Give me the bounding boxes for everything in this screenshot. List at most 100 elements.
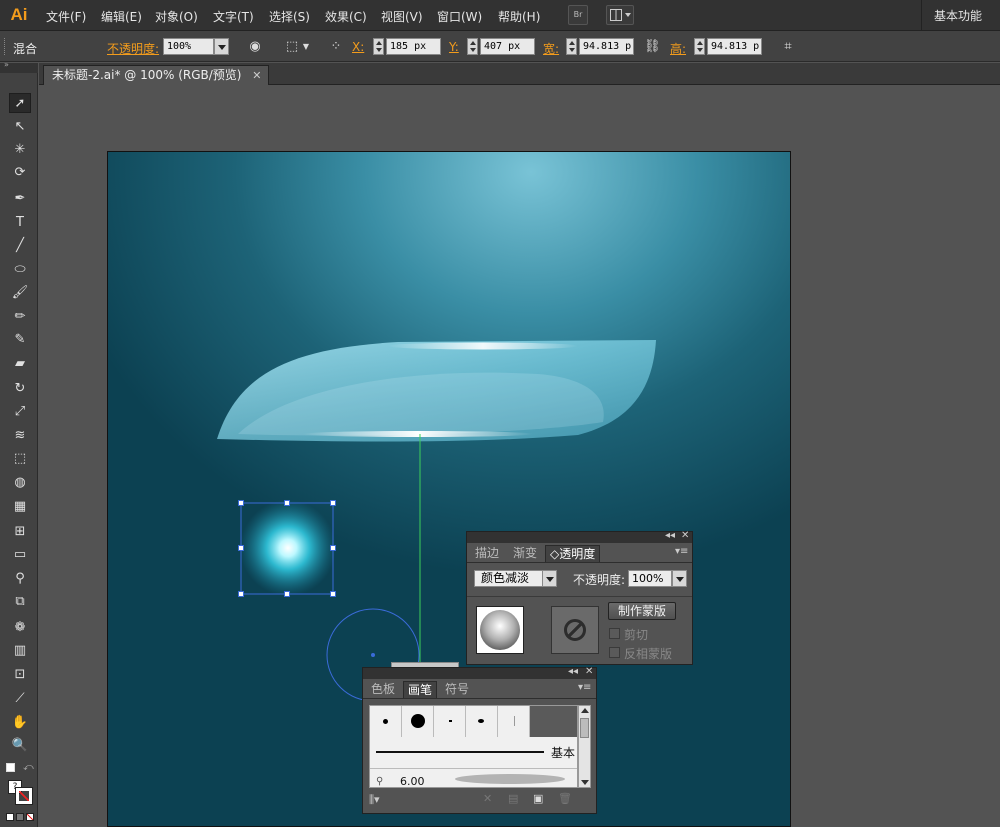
eyedropper-tool[interactable]: ⚲	[9, 569, 31, 589]
chevron-down-icon[interactable]: ▼	[298, 39, 314, 55]
brush-list-scrollbar[interactable]	[578, 705, 591, 788]
height-stepper[interactable]	[694, 38, 705, 55]
slice-tool[interactable]: ⟋	[9, 689, 31, 709]
pencil-tool[interactable]: ✏	[9, 307, 31, 327]
panel-opacity-input[interactable]: 100%	[628, 570, 672, 587]
free-transform-tool[interactable]: ⬚	[9, 449, 31, 469]
basic-brush-stroke[interactable]	[376, 751, 544, 753]
menu-edit[interactable]: 编辑(E)	[101, 8, 142, 25]
lasso-tool[interactable]: ⟳	[9, 163, 31, 183]
color-mode-buttons[interactable]	[6, 813, 34, 823]
y-stepper[interactable]	[467, 38, 478, 55]
arrange-documents-button[interactable]	[606, 5, 634, 25]
y-label[interactable]: Y:	[449, 40, 459, 54]
scale-tool[interactable]: ⤢	[9, 402, 31, 422]
panel-title-bar[interactable]: ◂◂ ✕	[363, 666, 596, 679]
scroll-up-icon[interactable]	[581, 708, 589, 713]
direct-selection-tool[interactable]: ↖	[9, 117, 31, 137]
make-mask-button[interactable]: 制作蒙版	[608, 602, 676, 620]
menu-view[interactable]: 视图(V)	[381, 8, 423, 25]
blob-brush-tool[interactable]: ✎	[9, 330, 31, 350]
hand-tool[interactable]: ✋	[9, 713, 31, 733]
symbol-sprayer-tool[interactable]: ❁	[9, 618, 31, 638]
brush-options-icon[interactable]: ▤	[508, 792, 518, 805]
panel-opacity-dropdown-button[interactable]	[672, 570, 687, 587]
menu-file[interactable]: 文件(F)	[46, 8, 86, 25]
height-input[interactable]: 94.813 p:	[707, 38, 762, 55]
panel-menu-icon[interactable]: ▾≡	[578, 682, 591, 693]
menu-select[interactable]: 选择(S)	[269, 8, 310, 25]
panel-title-bar[interactable]: ◂◂ ✕	[467, 530, 692, 543]
x-input[interactable]: 185 px	[386, 38, 441, 55]
mask-thumbnail[interactable]	[551, 606, 599, 654]
menu-window[interactable]: 窗口(W)	[437, 8, 482, 25]
brush-swatch-tiny-dot[interactable]	[434, 706, 466, 737]
tab-transparency[interactable]: ◇透明度	[545, 545, 601, 562]
stroke-swatch[interactable]	[15, 787, 33, 805]
tab-swatches[interactable]: 色板	[367, 681, 399, 698]
swap-colors-icon[interactable]: ⤺	[23, 762, 34, 773]
type-tool[interactable]: T	[9, 213, 31, 233]
width-stepper[interactable]	[566, 38, 577, 55]
collapse-panel-icon[interactable]: ◂◂	[568, 666, 578, 677]
menu-type[interactable]: 文字(T)	[213, 8, 254, 25]
tab-symbols[interactable]: 符号	[441, 681, 473, 698]
column-graph-tool[interactable]: ▥	[9, 641, 31, 661]
blend-mode-select[interactable]: 颜色减淡	[474, 570, 543, 587]
width-input[interactable]: 94.813 p:	[579, 38, 634, 55]
none-icon[interactable]	[26, 813, 34, 821]
selection-tool[interactable]: ➚	[9, 93, 31, 113]
bridge-button[interactable]: Br	[568, 5, 588, 25]
close-icon[interactable]: ✕	[681, 530, 689, 541]
tab-stroke[interactable]: 描边	[471, 545, 503, 562]
brush-swatch-small-dot[interactable]	[370, 706, 402, 737]
tab-brushes[interactable]: 画笔	[403, 681, 438, 698]
panel-menu-icon[interactable]: ▾≡	[675, 546, 688, 557]
charcoal-brush-stroke[interactable]	[455, 774, 565, 784]
width-label[interactable]: 宽:	[543, 40, 559, 57]
tools-panel-header[interactable]: »	[0, 60, 38, 73]
brush-library-list[interactable]: 基本 ⚲ 6.00	[369, 705, 578, 788]
brush-swatch-large-dot[interactable]	[402, 706, 434, 737]
magic-wand-tool[interactable]: ✳	[9, 140, 31, 160]
brush-libraries-menu-icon[interactable]: ⫼▾	[369, 793, 380, 807]
blend-tool[interactable]: ⧉	[9, 592, 31, 612]
document-tab[interactable]: 未标题-2.ai* @ 100% (RGB/预览) ✕	[43, 65, 269, 85]
opacity-dropdown-button[interactable]	[214, 38, 229, 55]
x-label[interactable]: X:	[352, 40, 364, 54]
opacity-input[interactable]: 100%	[163, 38, 214, 55]
artboard-tool[interactable]: ⊡	[9, 665, 31, 685]
y-input[interactable]: 407 px	[480, 38, 535, 55]
recolor-artwork-icon[interactable]: ◉	[247, 39, 263, 55]
zoom-tool[interactable]: 🔍	[9, 736, 31, 756]
remove-stroke-icon[interactable]: ✕	[483, 792, 492, 805]
pen-tool[interactable]: ✒	[9, 189, 31, 209]
ellipse-tool[interactable]: ⬭	[9, 260, 31, 280]
brush-swatch-calligraphic[interactable]	[466, 706, 498, 737]
menu-help[interactable]: 帮助(H)	[498, 8, 540, 25]
shape-builder-tool[interactable]: ◍	[9, 473, 31, 493]
reference-point-icon[interactable]: ⁘	[328, 39, 344, 55]
gradient-icon[interactable]	[16, 813, 24, 821]
color-icon[interactable]	[6, 813, 14, 821]
object-thumbnail[interactable]	[476, 606, 524, 654]
warp-tool[interactable]: ≋	[9, 426, 31, 446]
tab-gradient[interactable]: 渐变	[509, 545, 541, 562]
invert-mask-checkbox[interactable]	[609, 647, 620, 658]
opacity-link[interactable]: 不透明度:	[107, 40, 159, 57]
new-brush-icon[interactable]: ▣	[533, 792, 543, 805]
collapse-icon[interactable]: »	[4, 60, 9, 69]
x-stepper[interactable]	[373, 38, 384, 55]
paintbrush-tool[interactable]: 🖌	[9, 283, 31, 303]
menu-effect[interactable]: 效果(C)	[325, 8, 367, 25]
default-colors-icon[interactable]	[6, 763, 15, 772]
scroll-down-icon[interactable]	[581, 780, 589, 785]
workspace-switcher[interactable]: 基本功能	[934, 7, 982, 24]
clip-checkbox[interactable]	[609, 628, 620, 639]
close-icon[interactable]: ✕	[585, 666, 593, 677]
blend-mode-dropdown-button[interactable]	[542, 570, 557, 587]
close-icon[interactable]: ✕	[252, 66, 261, 85]
scrollbar-thumb[interactable]	[580, 718, 589, 738]
line-tool[interactable]: ╱	[9, 236, 31, 256]
height-label[interactable]: 高:	[670, 40, 686, 57]
